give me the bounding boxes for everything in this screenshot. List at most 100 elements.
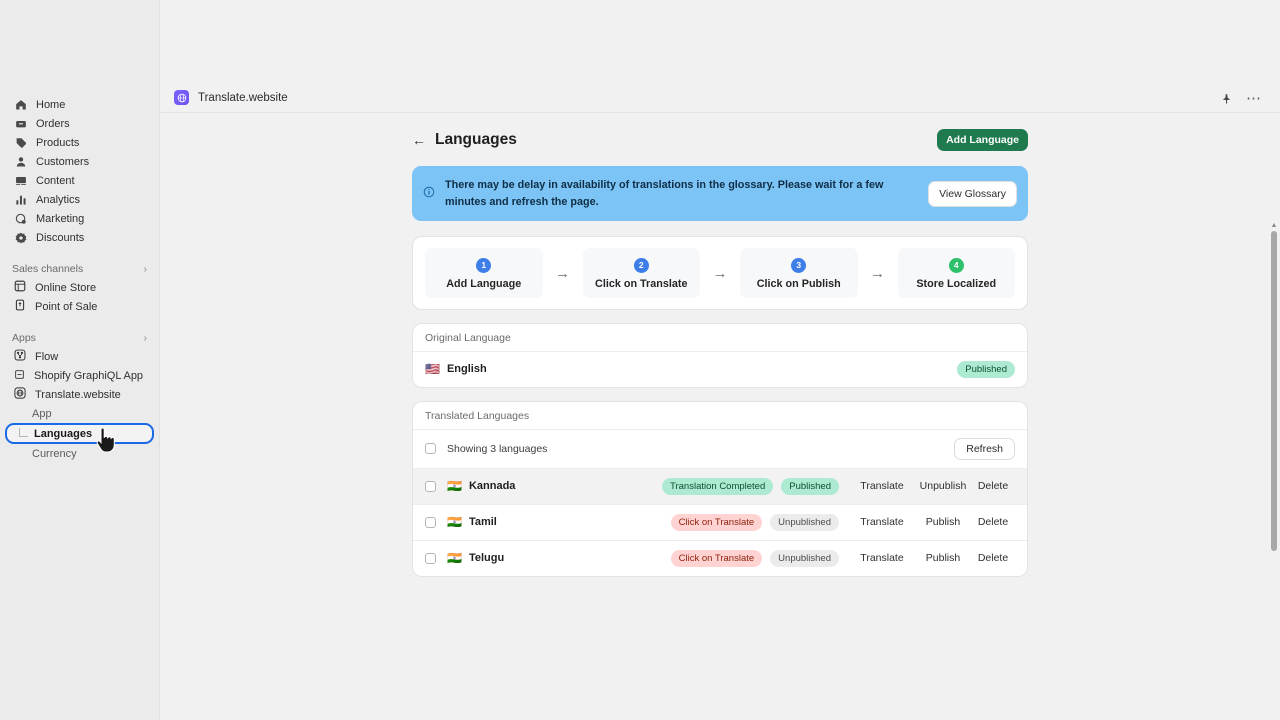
translation-status-badge: Click on Translate	[670, 549, 763, 567]
sidebar-item-products[interactable]: Products	[0, 133, 159, 152]
sidebar-item-flow[interactable]: Flow	[0, 347, 159, 366]
translated-languages-card: Translated Languages Showing 3 languages…	[412, 400, 1028, 577]
content-icon	[14, 174, 27, 187]
chevron-right-icon: ›	[143, 263, 147, 275]
step-number-badge: 4	[948, 257, 964, 273]
table-row[interactable]: 🇮🇳 Kannada Translation Completed Published T…	[413, 468, 1027, 504]
sidebar-item-languages[interactable]: Languages	[5, 423, 154, 444]
view-glossary-button[interactable]: View Glossary	[928, 180, 1017, 207]
sidebar-item-online-store[interactable]: Online Store	[0, 278, 159, 297]
banner-message: There may be delay in availability of tr…	[445, 179, 884, 208]
table-row[interactable]: 🇮🇳 Telugu Click on Translate Unpublished Tra…	[413, 539, 1027, 576]
flag-icon: 🇮🇳	[447, 551, 462, 566]
sidebar-item-app[interactable]: App	[0, 404, 159, 423]
sidebar-item-currency[interactable]: Currency	[0, 444, 159, 463]
sidebar-group-sales-channels[interactable]: Sales channels ›	[0, 260, 159, 278]
language-name: Tamil	[468, 516, 497, 529]
pin-icon[interactable]	[1221, 93, 1232, 105]
translate-action[interactable]: Translate	[849, 552, 915, 564]
embedded-app-topbar: Translate.website ⋯	[160, 0, 1280, 113]
scrollbar-thumb[interactable]	[1271, 231, 1277, 551]
step-4: 4 Store Localized	[897, 248, 1015, 298]
translated-languages-card-title: Translated Languages	[413, 402, 1027, 430]
flag-icon: 🇮🇳	[447, 515, 462, 530]
sidebar-item-analytics[interactable]: Analytics	[0, 190, 159, 209]
sidebar-item-label: App	[32, 407, 52, 420]
step-label: Add Language	[446, 277, 522, 290]
sidebar-item-home[interactable]: Home	[0, 95, 159, 114]
original-language-card-title: Original Language	[413, 324, 1027, 352]
sidebar-item-marketing[interactable]: Marketing	[0, 209, 159, 228]
customers-person-icon	[14, 155, 27, 168]
step-arrow-icon: →	[555, 264, 570, 282]
tree-branch-icon	[19, 428, 28, 437]
orders-icon	[14, 117, 27, 130]
step-arrow-icon: →	[870, 264, 885, 282]
translate-action[interactable]: Translate	[849, 480, 915, 492]
globe-translate-icon	[174, 90, 189, 105]
delete-action[interactable]: Delete	[971, 552, 1015, 564]
flow-icon	[14, 349, 26, 364]
online-store-icon	[14, 280, 26, 295]
step-label: Click on Publish	[756, 277, 841, 290]
step-number-badge: 2	[633, 257, 649, 273]
sidebar-item-point-of-sale[interactable]: Point of Sale	[0, 297, 159, 316]
publish-action[interactable]: Publish	[915, 552, 971, 564]
publish-action[interactable]: Unpublish	[915, 480, 971, 492]
delete-action[interactable]: Delete	[971, 516, 1015, 528]
sidebar-item-label: Analytics	[36, 193, 81, 206]
sidebar-item-label: Shopify GraphiQL App	[34, 369, 144, 382]
sidebar-item-orders[interactable]: Orders	[0, 114, 159, 133]
page-header-left: ← Languages	[412, 131, 517, 149]
page-canvas: ← Languages Add Language There may be de…	[160, 113, 1280, 719]
sidebar-group-sales-channels-label: Sales channels	[12, 263, 84, 275]
step-label: Click on Translate	[595, 277, 688, 290]
step-number-badge: 3	[791, 257, 807, 273]
vertical-scrollbar[interactable]: ▲	[1270, 222, 1278, 719]
step-2: 2 Click on Translate	[582, 248, 700, 298]
marketing-target-icon	[14, 212, 27, 225]
sidebar-item-translate-website[interactable]: Translate.website	[0, 385, 159, 404]
refresh-button[interactable]: Refresh	[954, 437, 1015, 460]
sidebar-item-label: Home	[36, 98, 66, 111]
sidebar-item-customers[interactable]: Customers	[0, 152, 159, 171]
publish-action[interactable]: Publish	[915, 516, 971, 528]
row-checkbox[interactable]	[425, 516, 436, 528]
language-name: English	[446, 363, 487, 376]
discounts-icon	[14, 231, 27, 244]
publish-status-badge: Unpublished	[770, 549, 839, 567]
globe-translate-icon	[14, 387, 26, 402]
page-title: Languages	[435, 131, 517, 148]
step-label: Store Localized	[916, 277, 997, 290]
point-of-sale-icon	[14, 299, 26, 314]
sidebar-item-label: Online Store	[35, 281, 97, 294]
table-row[interactable]: 🇮🇳 Tamil Click on Translate Unpublished Tran…	[413, 503, 1027, 540]
main-area: Translate.website ⋯ ← Languages Add Lang…	[160, 0, 1280, 720]
row-checkbox[interactable]	[425, 480, 436, 492]
sidebar-item-label: Orders	[36, 117, 70, 130]
translate-action[interactable]: Translate	[849, 516, 915, 528]
step-number-badge: 1	[476, 257, 492, 273]
embedded-app-title: Translate.website	[198, 91, 288, 104]
home-icon	[14, 98, 27, 111]
row-checkbox[interactable]	[425, 552, 436, 564]
graphiql-icon	[14, 369, 25, 383]
add-language-button[interactable]: Add Language	[937, 129, 1028, 151]
original-language-row: 🇺🇸 English Published	[413, 352, 1027, 387]
sidebar-item-discounts[interactable]: Discounts	[0, 228, 159, 247]
back-arrow-icon[interactable]: ←	[412, 133, 426, 147]
delete-action[interactable]: Delete	[971, 480, 1015, 492]
page-container: ← Languages Add Language There may be de…	[412, 113, 1028, 577]
sidebar-item-shopify-graphiql-app[interactable]: Shopify GraphiQL App	[0, 366, 159, 385]
select-all-checkbox[interactable]	[425, 443, 436, 455]
sidebar-item-label: Discounts	[36, 231, 85, 244]
flag-icon: 🇺🇸	[425, 362, 440, 377]
sidebar-item-content[interactable]: Content	[0, 171, 159, 190]
ellipsis-icon[interactable]: ⋯	[1246, 91, 1262, 106]
step-3: 3 Click on Publish	[740, 248, 858, 298]
sidebar-group-apps[interactable]: Apps ›	[0, 329, 159, 347]
scroll-up-arrow-icon[interactable]: ▲	[1270, 222, 1278, 229]
status-badge: Published	[957, 360, 1015, 378]
sidebar-item-label: Products	[36, 136, 80, 149]
publish-status-badge: Unpublished	[770, 513, 839, 531]
